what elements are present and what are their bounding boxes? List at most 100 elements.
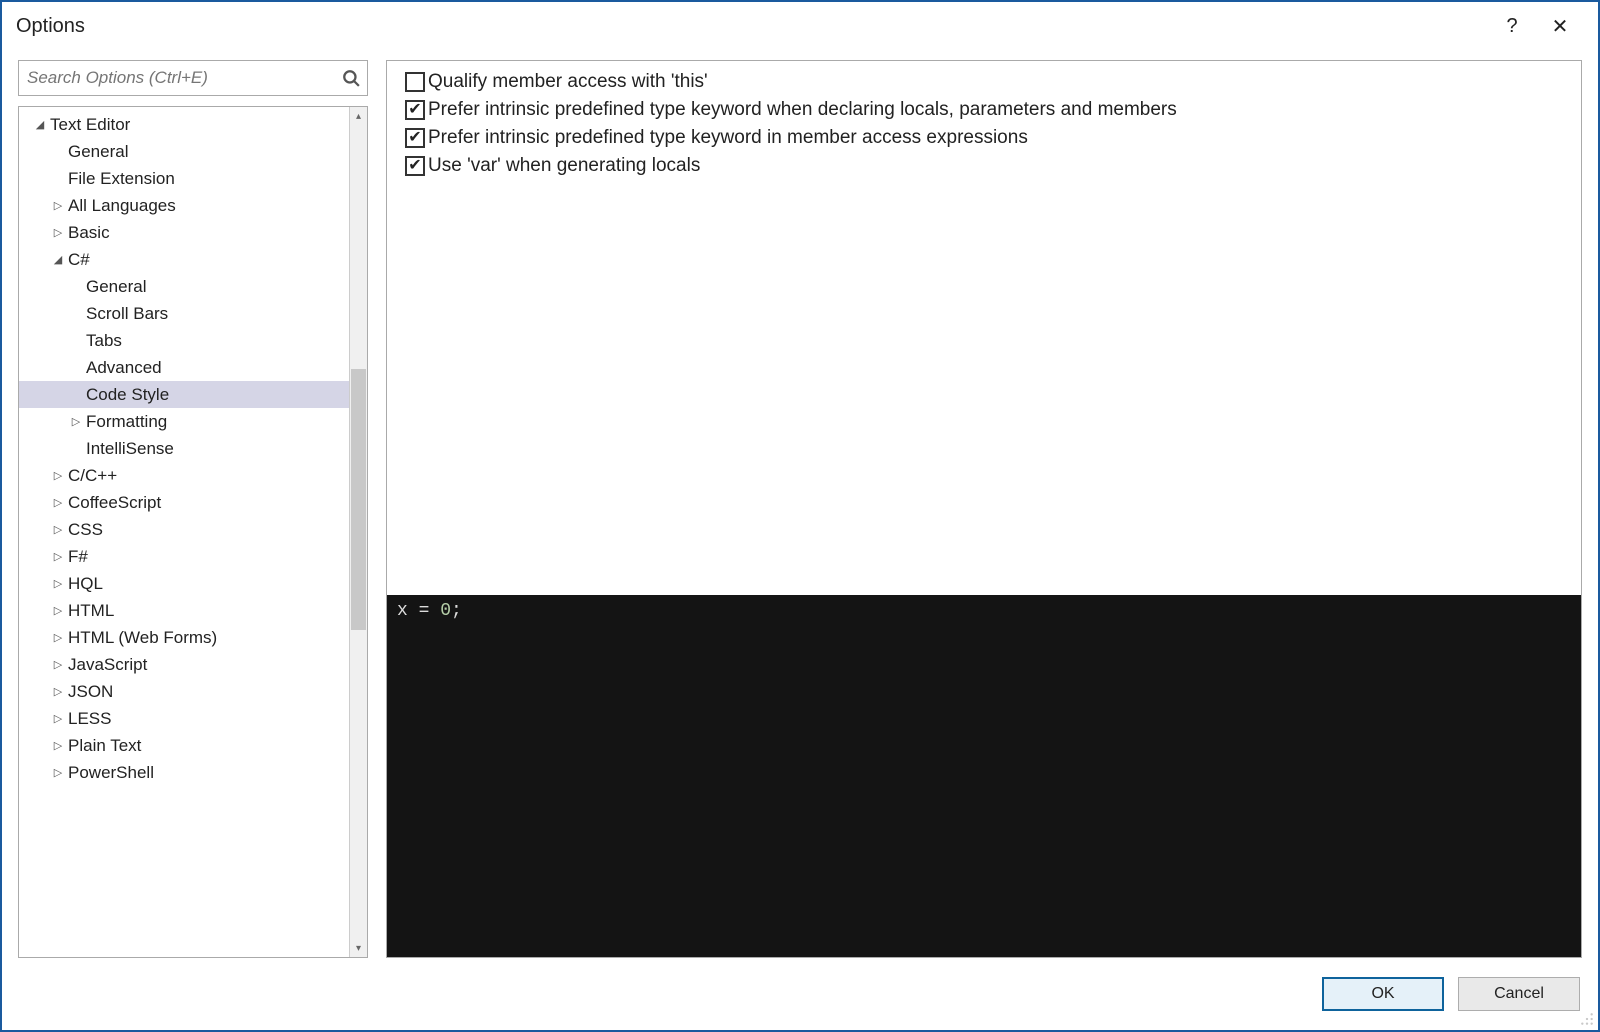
tree-toggle-collapsed-icon[interactable]: ▷ (51, 226, 65, 239)
tree-item[interactable]: Advanced (19, 354, 349, 381)
left-column: ◢Text EditorGeneralFile Extension▷All La… (18, 60, 368, 958)
tree-item-label: Advanced (86, 358, 162, 378)
tree-item-label: JavaScript (68, 655, 147, 675)
option-label: Qualify member access with 'this' (428, 71, 708, 93)
tree-item[interactable]: General (19, 273, 349, 300)
option-label: Prefer intrinsic predefined type keyword… (428, 99, 1177, 121)
tree-item[interactable]: General (19, 138, 349, 165)
tree-item[interactable]: ▷Basic (19, 219, 349, 246)
tree-item-label: Tabs (86, 331, 122, 351)
tree-item[interactable]: ▷C/C++ (19, 462, 349, 489)
help-button[interactable]: ? (1488, 6, 1536, 46)
checkbox[interactable]: ✔ (405, 100, 425, 120)
tree-item[interactable]: ▷All Languages (19, 192, 349, 219)
tree-item[interactable]: ◢Text Editor (19, 111, 349, 138)
tree-item-label: HTML (68, 601, 114, 621)
tree-toggle-expanded-icon[interactable]: ◢ (33, 118, 47, 131)
cancel-button[interactable]: Cancel (1458, 977, 1580, 1011)
tree-item[interactable]: ▷LESS (19, 705, 349, 732)
scroll-up-icon[interactable]: ▴ (350, 107, 367, 125)
search-container (18, 60, 368, 96)
search-input[interactable] (18, 60, 368, 96)
tree-item[interactable]: ◢C# (19, 246, 349, 273)
tree-item[interactable]: ▷JavaScript (19, 651, 349, 678)
tree-item-label: Text Editor (50, 115, 130, 135)
tree-item-label: C/C++ (68, 466, 117, 486)
tree-item-label: HQL (68, 574, 103, 594)
option-row: Qualify member access with 'this' (405, 71, 1563, 93)
tree-item-label: PowerShell (68, 763, 154, 783)
tree-item-label: Scroll Bars (86, 304, 168, 324)
tree-item-label: IntelliSense (86, 439, 174, 459)
tree-item[interactable]: ▷CoffeeScript (19, 489, 349, 516)
tree-toggle-collapsed-icon[interactable]: ▷ (51, 577, 65, 590)
tree-item[interactable]: File Extension (19, 165, 349, 192)
settings-panel: Qualify member access with 'this'✔Prefer… (386, 60, 1582, 958)
tree-item-label: File Extension (68, 169, 175, 189)
tree-item-label: General (68, 142, 128, 162)
tree-toggle-collapsed-icon[interactable]: ▷ (69, 415, 83, 428)
tree-item[interactable]: ▷HTML (Web Forms) (19, 624, 349, 651)
tree-toggle-collapsed-icon[interactable]: ▷ (51, 199, 65, 212)
tree-item-label: CoffeeScript (68, 493, 161, 513)
scroll-thumb[interactable] (351, 369, 366, 629)
tree-toggle-collapsed-icon[interactable]: ▷ (51, 766, 65, 779)
tree-item[interactable]: IntelliSense (19, 435, 349, 462)
tree-item[interactable]: ▷HQL (19, 570, 349, 597)
window-title: Options (16, 15, 1488, 38)
close-icon: ✕ (1552, 14, 1569, 39)
tree-item[interactable]: Code Style (19, 381, 349, 408)
tree-item[interactable]: ▷HTML (19, 597, 349, 624)
tree-toggle-collapsed-icon[interactable]: ▷ (51, 550, 65, 563)
tree-toggle-collapsed-icon[interactable]: ▷ (51, 523, 65, 536)
tree-toggle-collapsed-icon[interactable]: ▷ (51, 712, 65, 725)
checkbox[interactable]: ✔ (405, 128, 425, 148)
code-preview: x = 0; (387, 595, 1581, 957)
ok-button[interactable]: OK (1322, 977, 1444, 1011)
tree-item[interactable]: ▷F# (19, 543, 349, 570)
tree-toggle-collapsed-icon[interactable]: ▷ (51, 739, 65, 752)
tree-item[interactable]: Tabs (19, 327, 349, 354)
resize-grip-icon[interactable] (1580, 1012, 1594, 1026)
code-number: 0 (440, 601, 451, 621)
content-area: ◢Text EditorGeneralFile Extension▷All La… (2, 50, 1598, 958)
option-label: Use 'var' when generating locals (428, 155, 700, 177)
tree-item-label: All Languages (68, 196, 176, 216)
category-tree: ◢Text EditorGeneralFile Extension▷All La… (18, 106, 368, 958)
tree-item[interactable]: ▷Formatting (19, 408, 349, 435)
tree-item[interactable]: ▷Plain Text (19, 732, 349, 759)
tree-item[interactable]: Scroll Bars (19, 300, 349, 327)
dialog-footer: OK Cancel (2, 958, 1598, 1030)
tree-item-label: JSON (68, 682, 113, 702)
tree-toggle-collapsed-icon[interactable]: ▷ (51, 631, 65, 644)
tree-item-label: CSS (68, 520, 103, 540)
checkbox[interactable]: ✔ (405, 156, 425, 176)
options-dialog: Options ? ✕ ◢Text EditorGeneralFile Exte… (0, 0, 1600, 1032)
code-text-suffix: ; (451, 601, 462, 621)
scroll-down-icon[interactable]: ▾ (350, 939, 367, 957)
tree-item-label: Formatting (86, 412, 167, 432)
code-text-prefix: x = (397, 601, 440, 621)
tree-toggle-collapsed-icon[interactable]: ▷ (51, 685, 65, 698)
tree-item-label: LESS (68, 709, 111, 729)
tree-toggle-expanded-icon[interactable]: ◢ (51, 253, 65, 266)
close-button[interactable]: ✕ (1536, 6, 1584, 46)
tree-item-label: HTML (Web Forms) (68, 628, 217, 648)
tree-toggle-collapsed-icon[interactable]: ▷ (51, 469, 65, 482)
tree-item-label: General (86, 277, 146, 297)
tree-item[interactable]: ▷JSON (19, 678, 349, 705)
tree-item[interactable]: ▷CSS (19, 516, 349, 543)
tree-toggle-collapsed-icon[interactable]: ▷ (51, 658, 65, 671)
scroll-track[interactable] (350, 125, 367, 939)
tree-scrollbar[interactable]: ▴ ▾ (349, 107, 367, 957)
checkbox[interactable] (405, 72, 425, 92)
tree-item[interactable]: ▷PowerShell (19, 759, 349, 786)
tree-toggle-collapsed-icon[interactable]: ▷ (51, 496, 65, 509)
option-row: ✔Use 'var' when generating locals (405, 155, 1563, 177)
tree-toggle-collapsed-icon[interactable]: ▷ (51, 604, 65, 617)
tree-item-label: Code Style (86, 385, 169, 405)
titlebar: Options ? ✕ (2, 2, 1598, 50)
tree-viewport[interactable]: ◢Text EditorGeneralFile Extension▷All La… (19, 107, 349, 957)
tree-item-label: Plain Text (68, 736, 141, 756)
tree-item-label: Basic (68, 223, 110, 243)
